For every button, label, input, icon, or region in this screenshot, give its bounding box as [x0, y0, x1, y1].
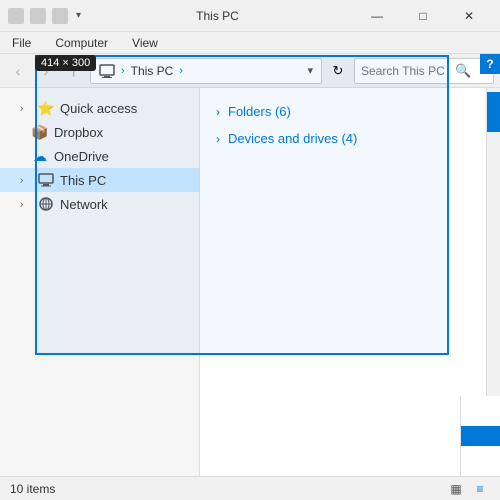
- help-button[interactable]: ?: [480, 54, 500, 74]
- quickaccess-expand-arrow: ›: [20, 103, 32, 114]
- search-input[interactable]: [361, 64, 451, 78]
- minimize-button[interactable]: —: [354, 0, 400, 32]
- content-area: › ⭐ Quick access 📦 Dropbox ☁ OneDrive ›: [0, 88, 500, 476]
- search-box[interactable]: 🔍: [354, 58, 494, 84]
- address-separator-2: ›: [179, 65, 183, 77]
- quickaccess-label: Quick access: [60, 101, 191, 116]
- addressbar: ‹ › ↑ › This PC › ▾ ↻ 🔍: [0, 54, 500, 88]
- titlebar: ▾ This PC — □ ✕: [0, 0, 500, 32]
- window-title: This PC: [81, 9, 354, 23]
- folders-chevron: ›: [216, 105, 220, 119]
- refresh-button[interactable]: ↻: [326, 59, 350, 83]
- list-view-button[interactable]: ≡: [470, 479, 490, 499]
- maximize-button[interactable]: □: [400, 0, 446, 32]
- menubar: File Computer View: [0, 32, 500, 54]
- drives-section-header[interactable]: › Devices and drives (4): [216, 131, 470, 146]
- view-controls: ▦ ≡: [446, 479, 490, 499]
- thispc-expand-arrow: ›: [20, 175, 32, 186]
- address-separator-1: ›: [121, 65, 125, 77]
- file-explorer-window: ▾ This PC — □ ✕ File Computer View ‹ › ↑…: [0, 0, 500, 500]
- folders-section-header[interactable]: › Folders (6): [216, 104, 470, 119]
- close-button[interactable]: ✕: [446, 0, 492, 32]
- mini-panel: [460, 396, 500, 476]
- thispc-icon: [38, 172, 54, 188]
- main-panel: › Folders (6) › Devices and drives (4): [200, 88, 486, 476]
- network-label: Network: [60, 197, 191, 212]
- computer-icon: [99, 63, 115, 79]
- forward-button[interactable]: ›: [34, 59, 58, 83]
- quick-access-icon-1: [8, 8, 24, 24]
- search-icon[interactable]: 🔍: [455, 63, 471, 79]
- address-computer-icon: [99, 63, 115, 79]
- mini-panel-white-bottom: [461, 446, 500, 476]
- folders-section-title: Folders (6): [228, 104, 291, 119]
- refresh-icon: ↻: [333, 63, 344, 79]
- onedrive-icon: ☁: [32, 148, 48, 164]
- dropbox-icon: 📦: [32, 124, 48, 140]
- sidebar-item-thispc[interactable]: › This PC: [0, 168, 199, 192]
- network-expand-arrow: ›: [20, 199, 32, 210]
- sidebar: › ⭐ Quick access 📦 Dropbox ☁ OneDrive ›: [0, 88, 200, 476]
- sidebar-item-dropbox[interactable]: 📦 Dropbox: [0, 120, 199, 144]
- address-dropdown-btn[interactable]: ▾: [307, 64, 313, 77]
- window-controls: — □ ✕: [354, 0, 492, 32]
- quick-access-icon-3: [52, 8, 68, 24]
- menu-file[interactable]: File: [8, 34, 35, 52]
- network-icon: [38, 196, 54, 212]
- address-bar-box[interactable]: › This PC › ▾: [90, 58, 322, 84]
- sidebar-item-network[interactable]: › Network: [0, 192, 199, 216]
- items-count: 10 items: [10, 482, 55, 496]
- onedrive-label: OneDrive: [54, 149, 191, 164]
- menu-view[interactable]: View: [128, 34, 162, 52]
- drives-chevron: ›: [216, 132, 220, 146]
- address-thispc-label: This PC: [131, 64, 174, 78]
- menu-computer[interactable]: Computer: [51, 34, 112, 52]
- dropbox-label: Dropbox: [54, 125, 191, 140]
- statusbar: 10 items ▦ ≡: [0, 476, 500, 500]
- scrollbar-thumb[interactable]: [487, 92, 500, 132]
- mini-panel-white-top: [461, 396, 500, 426]
- thispc-label: This PC: [60, 173, 191, 188]
- sidebar-item-onedrive[interactable]: ☁ OneDrive: [0, 144, 199, 168]
- drives-section-title: Devices and drives (4): [228, 131, 357, 146]
- quick-access-icon-2: [30, 8, 46, 24]
- sidebar-item-quickaccess[interactable]: › ⭐ Quick access: [0, 96, 199, 120]
- back-button[interactable]: ‹: [6, 59, 30, 83]
- quickaccess-icon: ⭐: [38, 100, 54, 116]
- grid-view-button[interactable]: ▦: [446, 479, 466, 499]
- titlebar-quick-access: ▾: [8, 8, 81, 24]
- mini-panel-blue: [461, 426, 500, 446]
- up-button[interactable]: ↑: [62, 59, 86, 83]
